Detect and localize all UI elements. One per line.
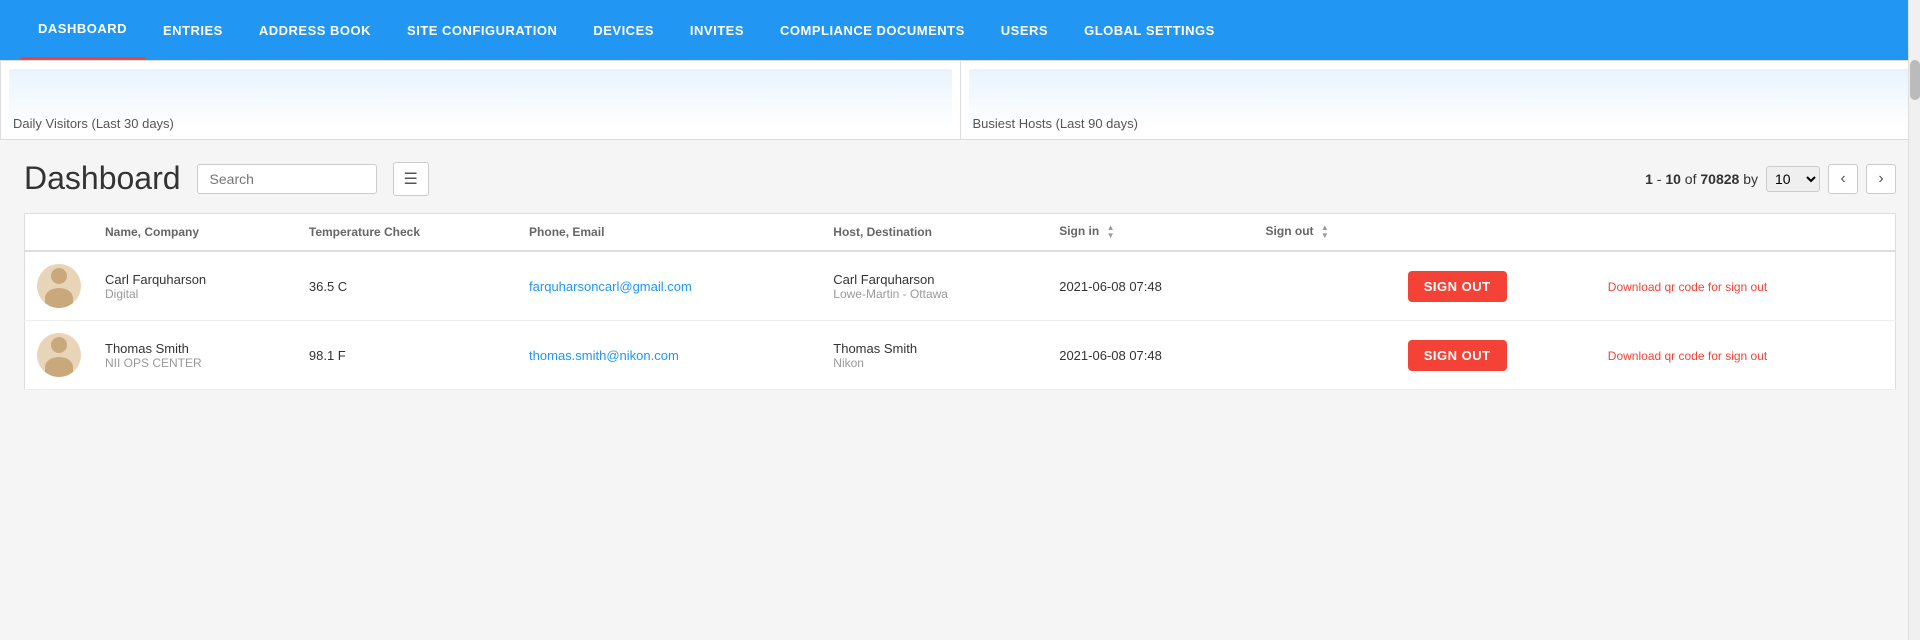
col-download — [1596, 214, 1896, 252]
sign-out-time-cell — [1254, 251, 1396, 321]
download-qr-link[interactable]: Download qr code for sign out — [1608, 280, 1767, 294]
email-cell: farquharsoncarl@gmail.com — [517, 251, 821, 321]
scrollbar-track[interactable] — [1908, 0, 1920, 640]
nav-item-site-config[interactable]: SITE CONFIGURATION — [389, 0, 575, 60]
next-page-button[interactable]: › — [1866, 164, 1896, 194]
dashboard-section: Dashboard ☰ 1 - 10 of 70828 by 10 25 50 … — [0, 140, 1920, 410]
scrollbar-thumb[interactable] — [1910, 60, 1920, 100]
email-cell: thomas.smith@nikon.com — [517, 321, 821, 390]
nav-item-devices[interactable]: DEVICES — [575, 0, 672, 60]
col-name-company: Name, Company — [93, 214, 297, 252]
dashboard-header: Dashboard ☰ 1 - 10 of 70828 by 10 25 50 … — [24, 160, 1896, 197]
visitor-company: NII OPS CENTER — [105, 356, 285, 370]
download-cell: Download qr code for sign out — [1596, 251, 1896, 321]
host-destination-cell: Carl Farquharson Lowe-Martin - Ottawa — [821, 251, 1047, 321]
download-qr-link[interactable]: Download qr code for sign out — [1608, 349, 1767, 363]
nav-item-invites[interactable]: INVITES — [672, 0, 762, 60]
name-company-cell: Carl Farquharson Digital — [93, 251, 297, 321]
col-phone-email: Phone, Email — [517, 214, 821, 252]
temperature-cell: 98.1 F — [297, 321, 517, 390]
avatar — [37, 333, 81, 377]
avatar-cell — [25, 321, 94, 390]
host-name: Carl Farquharson — [833, 272, 1035, 287]
col-host-destination: Host, Destination — [821, 214, 1047, 252]
visitor-company: Digital — [105, 287, 285, 301]
col-sign-in[interactable]: Sign in ▲ ▼ — [1047, 214, 1253, 252]
nav-item-compliance[interactable]: COMPLIANCE DOCUMENTS — [762, 0, 983, 60]
visitor-name: Thomas Smith — [105, 341, 285, 356]
destination: Nikon — [833, 356, 1035, 370]
host-name: Thomas Smith — [833, 341, 1035, 356]
nav-item-entries[interactable]: ENTRIES — [145, 0, 241, 60]
download-cell: Download qr code for sign out — [1596, 321, 1896, 390]
sort-down-icon[interactable]: ▼ — [1321, 232, 1329, 240]
table-row: Carl Farquharson Digital 36.5 C farquhars… — [25, 251, 1896, 321]
avatar-cell — [25, 251, 94, 321]
sign-in-cell: 2021-06-08 07:48 — [1047, 321, 1253, 390]
search-input[interactable] — [197, 164, 377, 194]
nav-item-dashboard[interactable]: DASHBOARD — [20, 0, 145, 60]
entries-table: Name, Company Temperature Check Phone, E… — [24, 213, 1896, 390]
sign-out-button[interactable]: SIGN OUT — [1408, 271, 1507, 302]
name-company-cell: Thomas Smith NII OPS CENTER — [93, 321, 297, 390]
col-sign-out[interactable]: Sign out ▲ ▼ — [1254, 214, 1396, 252]
per-page-select[interactable]: 10 25 50 100 — [1766, 166, 1820, 192]
pagination: 1 - 10 of 70828 by 10 25 50 100 ‹ › — [1645, 164, 1896, 194]
col-sign-out-btn — [1396, 214, 1596, 252]
main-nav: DASHBOARD ENTRIES ADDRESS BOOK SITE CONF… — [0, 0, 1920, 60]
prev-page-button[interactable]: ‹ — [1828, 164, 1858, 194]
daily-visitors-chart: Daily Visitors (Last 30 days) — [0, 60, 961, 140]
avatar — [37, 264, 81, 308]
host-destination-cell: Thomas Smith Nikon — [821, 321, 1047, 390]
temperature-cell: 36.5 C — [297, 251, 517, 321]
sign-in-sort[interactable]: ▲ ▼ — [1107, 224, 1115, 240]
destination: Lowe-Martin - Ottawa — [833, 287, 1035, 301]
filter-icon: ☰ — [404, 169, 418, 189]
sign-out-button[interactable]: SIGN OUT — [1408, 340, 1507, 371]
sign-out-btn-cell: SIGN OUT — [1396, 251, 1596, 321]
sign-out-sort[interactable]: ▲ ▼ — [1321, 224, 1329, 240]
sign-out-time-cell — [1254, 321, 1396, 390]
pagination-range: 1 - 10 of 70828 by — [1645, 171, 1758, 187]
nav-item-global-settings[interactable]: GLOBAL SETTINGS — [1066, 0, 1233, 60]
visitor-name: Carl Farquharson — [105, 272, 285, 287]
sign-in-cell: 2021-06-08 07:48 — [1047, 251, 1253, 321]
charts-row: Daily Visitors (Last 30 days) Busiest Ho… — [0, 60, 1920, 140]
filter-button[interactable]: ☰ — [393, 162, 429, 196]
table-row: Thomas Smith NII OPS CENTER 98.1 F thomas… — [25, 321, 1896, 390]
busiest-hosts-label: Busiest Hosts (Last 90 days) — [973, 116, 1138, 131]
busiest-hosts-chart: Busiest Hosts (Last 90 days) — [961, 60, 1920, 140]
sort-down-icon[interactable]: ▼ — [1107, 232, 1115, 240]
table-header-row: Name, Company Temperature Check Phone, E… — [25, 214, 1896, 252]
dashboard-title-area: Dashboard ☰ — [24, 160, 429, 197]
nav-item-users[interactable]: USERS — [983, 0, 1066, 60]
daily-visitors-label: Daily Visitors (Last 30 days) — [13, 116, 174, 131]
email-link[interactable]: farquharsoncarl@gmail.com — [529, 279, 692, 294]
sign-out-btn-cell: SIGN OUT — [1396, 321, 1596, 390]
nav-item-address-book[interactable]: ADDRESS BOOK — [241, 0, 389, 60]
col-avatar — [25, 214, 94, 252]
email-link[interactable]: thomas.smith@nikon.com — [529, 348, 679, 363]
col-temperature: Temperature Check — [297, 214, 517, 252]
page-title: Dashboard — [24, 160, 181, 197]
